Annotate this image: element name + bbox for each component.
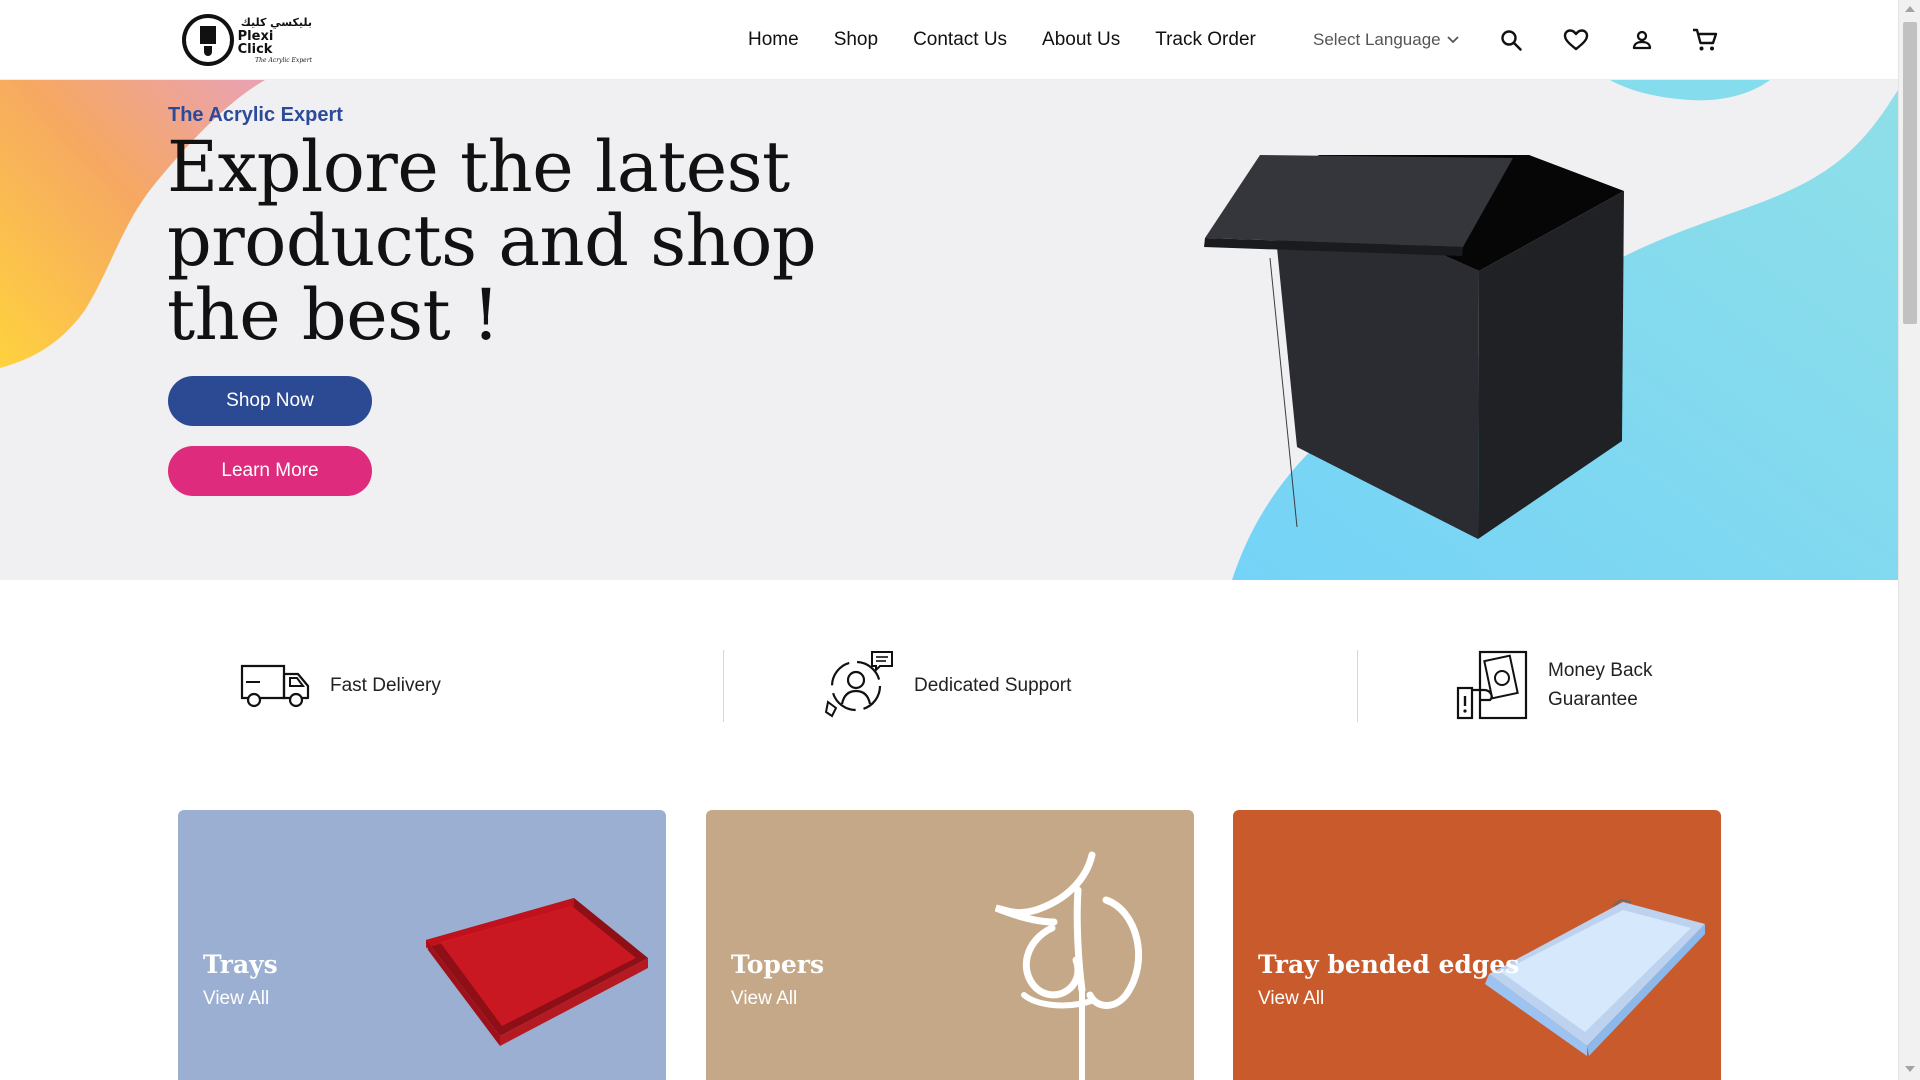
hero-banner: The Acrylic Expert Explore the latest pr… — [0, 80, 1898, 580]
feature-divider — [723, 650, 724, 722]
heart-icon[interactable] — [1560, 24, 1592, 56]
nav-track-order[interactable]: Track Order — [1155, 24, 1256, 56]
feature-label: Dedicated Support — [914, 674, 1072, 696]
logo-mark-icon — [182, 14, 234, 66]
acrylic-box-image — [1204, 155, 1624, 539]
feature-divider — [1357, 650, 1358, 722]
feature-label: Money Back Guarantee — [1548, 660, 1653, 710]
delivery-truck-icon — [240, 664, 310, 708]
language-select[interactable]: Select Language — [1313, 26, 1459, 54]
view-all-link[interactable]: View All — [731, 988, 797, 1010]
brand-logo[interactable]: بليكسي كليك Plexi Click The Acrylic Expe… — [182, 14, 312, 66]
search-icon[interactable] — [1495, 24, 1527, 56]
arabic-topper-image — [994, 851, 1143, 1080]
top-cool-blob — [1610, 80, 1770, 101]
nav-shop[interactable]: Shop — [834, 24, 878, 56]
user-icon[interactable] — [1626, 24, 1658, 56]
cart-icon[interactable] — [1689, 24, 1721, 56]
clear-tray-image — [1485, 898, 1705, 1056]
money-back-icon — [1456, 650, 1528, 720]
category-card-trays[interactable]: Trays View All — [178, 810, 666, 1080]
site-header: بليكسي كليك Plexi Click The Acrylic Expe… — [0, 0, 1898, 80]
page-scrollbar[interactable] — [1898, 0, 1920, 1080]
category-title: Tray bended edges — [1258, 950, 1520, 979]
nav-contact-us[interactable]: Contact Us — [913, 24, 1007, 56]
language-select-label: Select Language — [1313, 30, 1441, 49]
main-nav: Home Shop Contact Us About Us Track Orde… — [748, 24, 1291, 56]
shop-now-button[interactable]: Shop Now — [168, 376, 372, 426]
scrollbar-thumb[interactable] — [1903, 22, 1917, 324]
view-all-link[interactable]: View All — [1258, 988, 1324, 1010]
nav-home[interactable]: Home — [748, 24, 799, 56]
logo-name: Plexi Click — [237, 28, 274, 57]
nav-about-us[interactable]: About Us — [1042, 24, 1120, 56]
feature-label: Fast Delivery — [330, 674, 441, 696]
scroll-down-arrow-icon[interactable] — [1905, 1066, 1915, 1072]
scroll-up-arrow-icon[interactable] — [1905, 6, 1915, 12]
logo-arabic-name: بليكسي كليك — [240, 15, 312, 29]
category-title: Trays — [203, 950, 278, 979]
feature-money-back: Money Back Guarantee — [1456, 648, 1678, 722]
feature-fast-delivery: Fast Delivery — [240, 648, 441, 722]
category-card-tray-bended-edges[interactable]: Tray bended edges View All — [1233, 810, 1721, 1080]
view-all-link[interactable]: View All — [203, 988, 269, 1010]
category-card-topers[interactable]: Topers View All — [706, 810, 1194, 1080]
category-title: Topers — [731, 950, 825, 979]
red-tray-image — [426, 898, 648, 1046]
learn-more-button[interactable]: Learn More — [168, 446, 372, 496]
hero-title: Explore the latest products and shop the… — [167, 126, 817, 356]
hero-eyebrow: The Acrylic Expert — [168, 104, 343, 126]
logo-tagline: The Acrylic Expert — [255, 56, 312, 64]
chevron-down-icon — [1446, 36, 1459, 44]
support-agent-icon — [824, 651, 893, 718]
feature-dedicated-support: Dedicated Support — [822, 648, 1071, 722]
